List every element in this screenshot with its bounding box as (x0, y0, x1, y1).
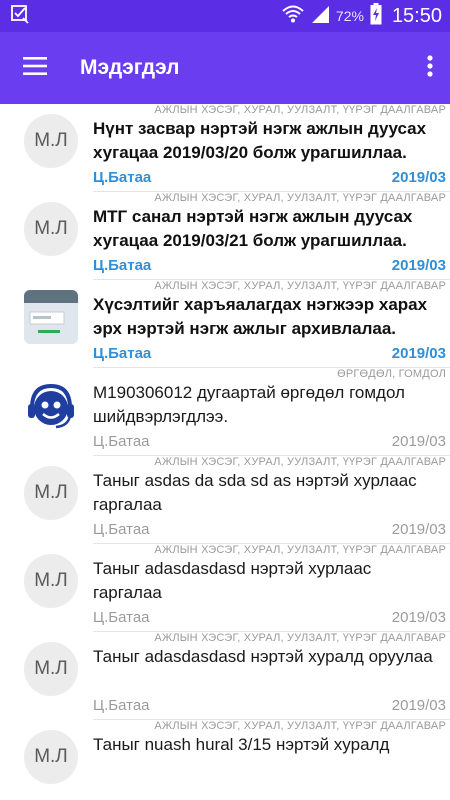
wifi-icon (282, 4, 304, 29)
item-category: АЖЛЫН ХЭСЭГ, ХУРАЛ, УУЛЗАЛТ, ҮҮРЭГ ДААЛГ… (154, 104, 446, 116)
item-sender: Ц.Батаа (93, 345, 152, 362)
battery-percentage: 72% (335, 8, 364, 24)
item-message: Таныг nuash hural 3/15 нэртэй хуралд (93, 735, 390, 754)
avatar: М.Л (24, 554, 78, 608)
status-bar: 72% 15:50 (0, 0, 450, 32)
item-date: 2019/03 (391, 697, 446, 714)
signal-icon (310, 4, 330, 29)
notification-list[interactable]: АЖЛЫН ХЭСЭГ, ХУРАЛ, УУЛЗАЛТ, ҮҮРЭГ ДААЛГ… (0, 104, 450, 800)
list-item[interactable]: АЖЛЫН ХЭСЭГ, ХУРАЛ, УУЛЗАЛТ, ҮҮРЭГ ДААЛГ… (0, 632, 450, 720)
item-category: ӨРГӨДӨЛ, ГОМДОЛ (337, 368, 446, 380)
item-sender: Ц.Батаа (93, 609, 150, 626)
more-vert-icon (427, 54, 433, 82)
battery-charging-icon (370, 2, 382, 30)
item-sender: Ц.Батаа (93, 433, 150, 450)
avatar: М.Л (24, 730, 78, 784)
item-category: АЖЛЫН ХЭСЭГ, ХУРАЛ, УУЛЗАЛТ, ҮҮРЭГ ДААЛГ… (154, 192, 446, 204)
checkbox-notification-icon (10, 4, 30, 29)
item-sender: Ц.Батаа (93, 521, 150, 538)
list-item[interactable]: АЖЛЫН ХЭСЭГ, ХУРАЛ, УУЛЗАЛТ, ҮҮРЭГ ДААЛГ… (0, 544, 450, 632)
overflow-menu-button[interactable] (410, 32, 450, 104)
page-title: Мэдэгдэл (80, 56, 180, 79)
item-date: 2019/03 (391, 257, 446, 274)
item-sender: Ц.Батаа (93, 257, 152, 274)
item-message: МТГ санал нэртэй нэгж ажлын дуусах хугац… (93, 207, 413, 250)
item-message: М190306012 дугаартай өргөдөл гомдол шийд… (93, 383, 405, 426)
support-agent-icon (24, 378, 78, 432)
item-date: 2019/03 (391, 345, 446, 362)
item-message: Таныг adasdasdasd нэртэй хуралд оруулаа (93, 647, 433, 666)
item-message: Хүсэлтийг харъяалагдах нэгжээр харах эрх… (93, 295, 428, 338)
avatar: М.Л (24, 642, 78, 696)
list-item[interactable]: АЖЛЫН ХЭСЭГ, ХУРАЛ, УУЛЗАЛТ, ҮҮРЭГ ДААЛГ… (0, 720, 450, 800)
list-item[interactable]: АЖЛЫН ХЭСЭГ, ХУРАЛ, УУЛЗАЛТ, ҮҮРЭГ ДААЛГ… (0, 456, 450, 544)
archive-screen-icon (24, 290, 78, 344)
item-sender: Ц.Батаа (93, 697, 150, 714)
menu-icon (23, 56, 47, 80)
item-category: АЖЛЫН ХЭСЭГ, ХУРАЛ, УУЛЗАЛТ, ҮҮРЭГ ДААЛГ… (154, 544, 446, 556)
list-item[interactable]: АЖЛЫН ХЭСЭГ, ХУРАЛ, УУЛЗАЛТ, ҮҮРЭГ ДААЛГ… (0, 280, 450, 368)
status-time: 15:50 (391, 4, 442, 27)
item-message: Нүнт засвар нэртэй нэгж ажлын дуусах хуг… (93, 119, 427, 162)
item-date: 2019/03 (391, 609, 446, 626)
avatar: М.Л (24, 202, 78, 256)
item-sender: Ц.Батаа (93, 169, 152, 186)
item-date: 2019/03 (391, 169, 446, 186)
item-date: 2019/03 (391, 433, 446, 450)
item-category: АЖЛЫН ХЭСЭГ, ХУРАЛ, УУЛЗАЛТ, ҮҮРЭГ ДААЛГ… (154, 456, 446, 468)
item-date: 2019/03 (391, 521, 446, 538)
avatar: М.Л (24, 466, 78, 520)
item-category: АЖЛЫН ХЭСЭГ, ХУРАЛ, УУЛЗАЛТ, ҮҮРЭГ ДААЛГ… (154, 632, 446, 644)
avatar: М.Л (24, 114, 78, 168)
list-item[interactable]: АЖЛЫН ХЭСЭГ, ХУРАЛ, УУЛЗАЛТ, ҮҮРЭГ ДААЛГ… (0, 192, 450, 280)
item-message: Таныг adasdasdasd нэртэй хурлаас гаргала… (93, 559, 372, 602)
item-category: АЖЛЫН ХЭСЭГ, ХУРАЛ, УУЛЗАЛТ, ҮҮРЭГ ДААЛГ… (154, 280, 446, 292)
app-bar: Мэдэгдэл (0, 32, 450, 104)
item-message: Таныг asdas da sda sd as нэртэй хурлаас … (93, 471, 417, 514)
item-category: АЖЛЫН ХЭСЭГ, ХУРАЛ, УУЛЗАЛТ, ҮҮРЭГ ДААЛГ… (154, 720, 446, 732)
list-item[interactable]: АЖЛЫН ХЭСЭГ, ХУРАЛ, УУЛЗАЛТ, ҮҮРЭГ ДААЛГ… (0, 104, 450, 192)
list-item[interactable]: ӨРГӨДӨЛ, ГОМДОЛ М190306012 дугаартай өрг… (0, 368, 450, 456)
menu-button[interactable] (0, 32, 70, 104)
